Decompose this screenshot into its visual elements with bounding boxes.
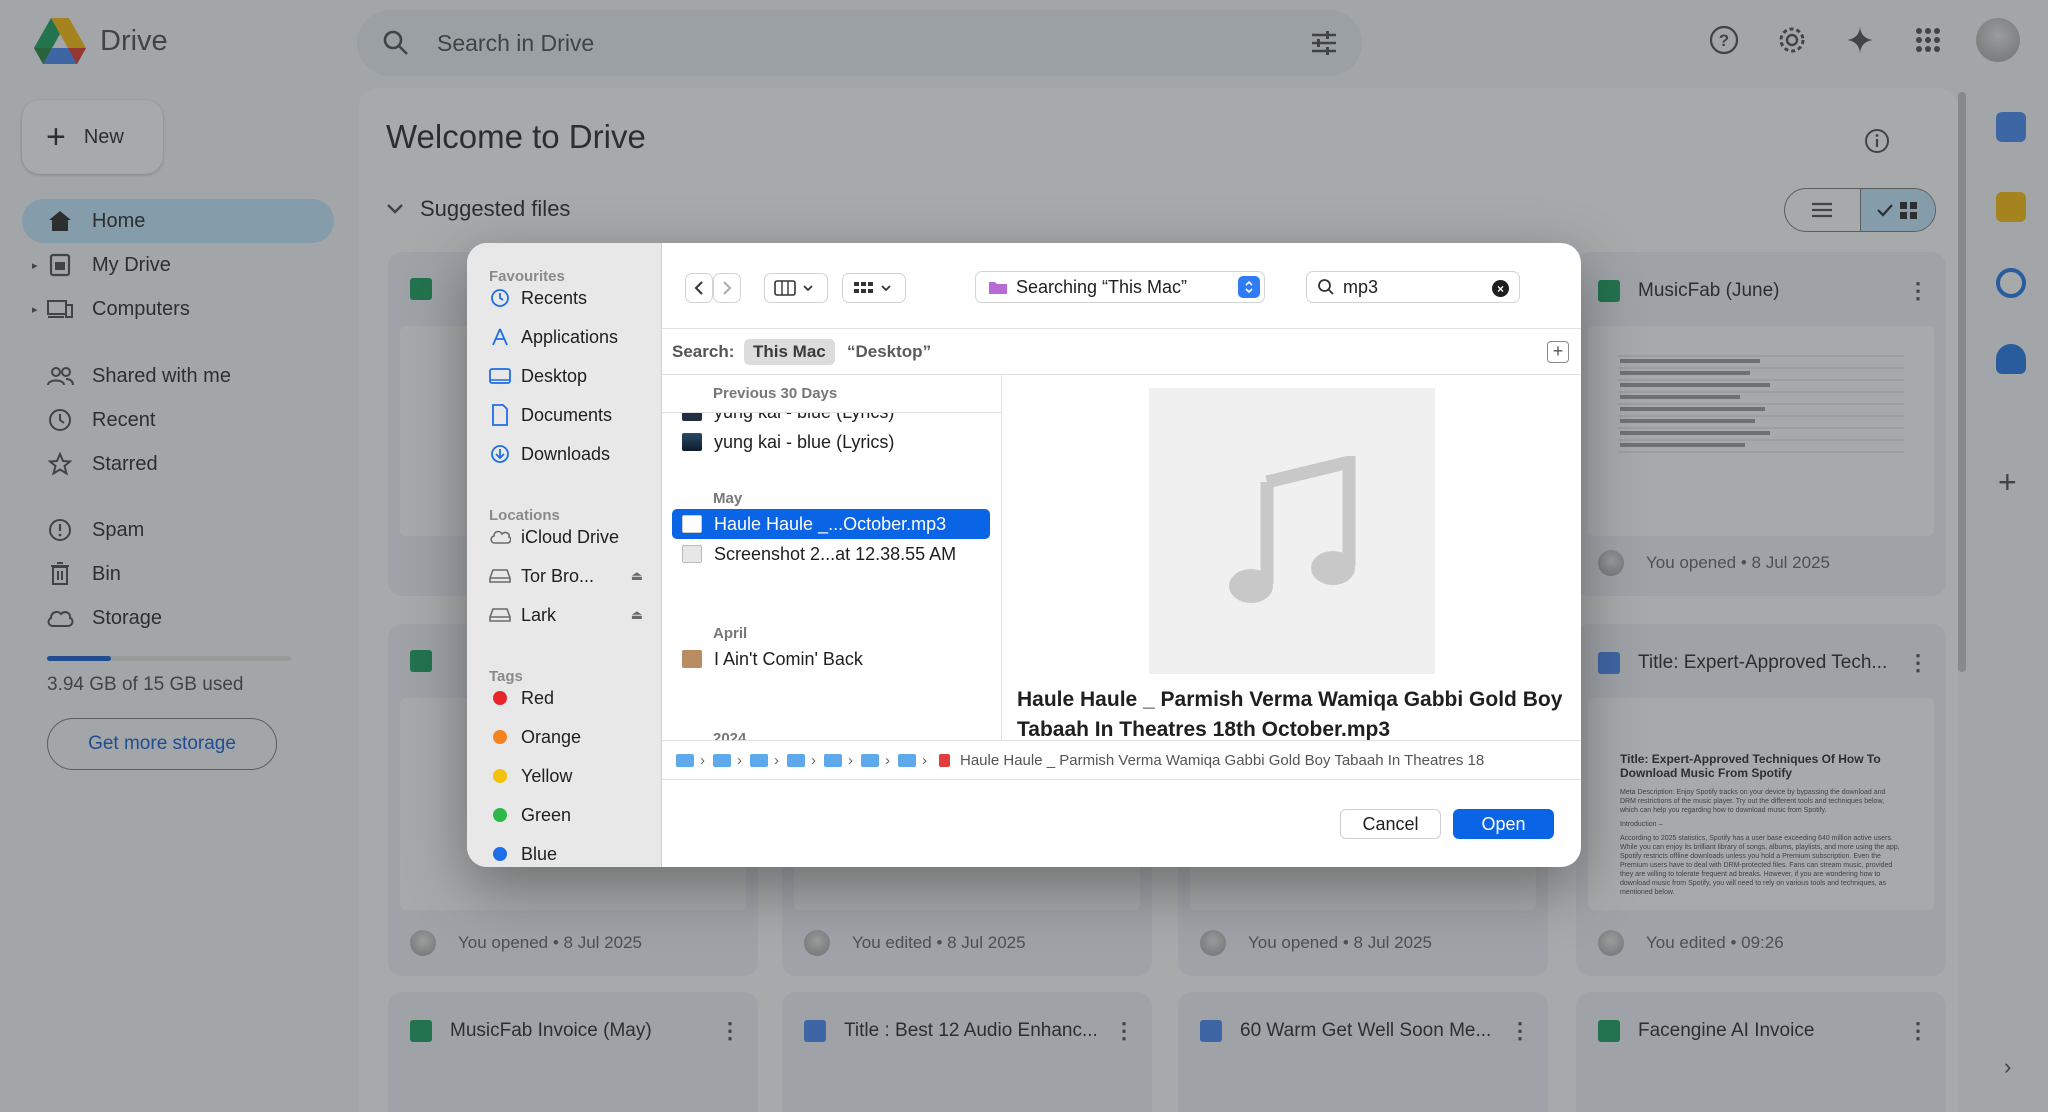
eject-icon[interactable]: ⏏ bbox=[631, 568, 643, 584]
file-open-dialog: Favourites Recents Applications Desktop … bbox=[467, 243, 1581, 867]
mp3-file-icon bbox=[939, 753, 950, 767]
back-button[interactable] bbox=[685, 273, 713, 303]
sidebar-item-applications[interactable]: Applications bbox=[489, 322, 649, 352]
scope-label: Search: bbox=[672, 342, 735, 361]
sidebar-item-documents[interactable]: Documents bbox=[489, 400, 649, 430]
preview-thumbnail bbox=[1149, 388, 1435, 674]
list-item-selected[interactable]: Haule Haule _...October.mp3 bbox=[672, 509, 990, 539]
group-april: April bbox=[713, 625, 748, 642]
file-name: Haule Haule _...October.mp3 bbox=[714, 513, 947, 534]
group-2024: 2024 bbox=[713, 730, 747, 740]
sidebar-item-tor-browser[interactable]: Tor Bro... ⏏ bbox=[489, 561, 649, 591]
sidebar-item-label: Tor Bro... bbox=[521, 565, 595, 586]
list-item[interactable]: I Ain't Comin' Back bbox=[672, 644, 990, 674]
file-name: yung kai - blue (Lyrics) bbox=[714, 431, 895, 452]
drive-volume-icon bbox=[489, 607, 511, 623]
open-button[interactable]: Open bbox=[1453, 809, 1554, 839]
finder-search-field[interactable]: mp3 × bbox=[1306, 271, 1520, 303]
file-name: I Ain't Comin' Back bbox=[714, 648, 863, 669]
tag-label: Red bbox=[521, 687, 555, 708]
tag-orange[interactable]: Orange bbox=[489, 722, 649, 752]
tag-color-dot bbox=[493, 808, 507, 822]
grid-group-icon bbox=[854, 282, 891, 293]
video-thumbnail-icon bbox=[682, 433, 702, 451]
sidebar-item-icloud[interactable]: iCloud Drive bbox=[489, 522, 649, 552]
clear-search-icon[interactable]: × bbox=[1492, 280, 1509, 297]
dialog-toolbar: Searching “This Mac” mp3 × bbox=[662, 243, 1581, 329]
drive-volume-icon bbox=[489, 568, 511, 584]
sidebar-item-desktop[interactable]: Desktop bbox=[489, 361, 649, 391]
search-icon bbox=[1318, 279, 1334, 295]
location-popup[interactable]: Searching “This Mac” bbox=[975, 271, 1265, 303]
group-by-button[interactable] bbox=[842, 273, 906, 303]
chevron-right-icon bbox=[723, 281, 732, 295]
view-mode-button[interactable] bbox=[764, 273, 828, 303]
music-note-icon bbox=[1229, 456, 1356, 603]
sidebar-item-label: Desktop bbox=[521, 365, 588, 386]
tag-green[interactable]: Green bbox=[489, 800, 649, 830]
location-popup-label: Searching “This Mac” bbox=[1016, 276, 1188, 297]
popup-stepper-icon bbox=[1238, 276, 1260, 298]
path-file-name[interactable]: Haule Haule _ Parmish Verma Wamiqa Gabbi… bbox=[960, 752, 1484, 769]
sidebar-item-label: Lark bbox=[521, 604, 557, 625]
scope-desktop[interactable]: “Desktop” bbox=[847, 342, 931, 362]
tag-yellow[interactable]: Yellow bbox=[489, 761, 649, 791]
cloud-icon bbox=[489, 529, 511, 545]
group-header-bar: Previous 30 Days bbox=[662, 375, 1001, 413]
sidebar-item-recents[interactable]: Recents bbox=[489, 283, 649, 313]
applications-icon bbox=[489, 327, 511, 347]
tag-blue[interactable]: Blue bbox=[489, 839, 649, 867]
tag-red[interactable]: Red bbox=[489, 683, 649, 713]
tag-color-dot bbox=[493, 691, 507, 705]
sidebar-item-label: iCloud Drive bbox=[521, 526, 620, 547]
list-item[interactable]: yung kai - blue (Lyrics) bbox=[672, 427, 990, 457]
tag-color-dot bbox=[493, 730, 507, 744]
path-bar: › › › › › › › Haule Haule _ Parmish Verm… bbox=[662, 740, 1581, 780]
preview-file-name: Haule Haule _ Parmish Verma Wamiqa Gabbi… bbox=[1017, 688, 1563, 741]
tag-color-dot bbox=[493, 769, 507, 783]
sidebar-item-downloads[interactable]: Downloads bbox=[489, 439, 649, 469]
search-results-list: Previous 30 Days yung kai - blue (Lyrics… bbox=[662, 375, 1002, 740]
sidebar-item-lark[interactable]: Lark ⏏ bbox=[489, 600, 649, 630]
sidebar-item-label: Recents bbox=[521, 287, 588, 308]
download-icon bbox=[489, 444, 511, 464]
finder-sidebar: Favourites Recents Applications Desktop … bbox=[467, 243, 662, 867]
smart-folder-icon bbox=[989, 282, 1007, 294]
tag-label: Blue bbox=[521, 843, 558, 864]
file-name: Screenshot 2...at 12.38.55 AM bbox=[714, 543, 957, 564]
clock-icon bbox=[489, 288, 511, 308]
tag-color-dot bbox=[493, 847, 507, 861]
list-item[interactable]: Screenshot 2...at 12.38.55 AM bbox=[672, 539, 990, 569]
folder-icon[interactable] bbox=[787, 753, 805, 767]
audio-file-icon bbox=[682, 515, 702, 533]
tag-label: Yellow bbox=[521, 765, 573, 786]
folder-icon[interactable] bbox=[676, 753, 694, 767]
folder-icon[interactable] bbox=[824, 753, 842, 767]
image-file-icon bbox=[682, 545, 702, 563]
chevron-left-icon bbox=[694, 281, 703, 295]
folder-icon[interactable] bbox=[713, 753, 731, 767]
desktop-icon bbox=[489, 367, 511, 385]
file-preview-pane: Haule Haule _ Parmish Verma Wamiqa Gabbi… bbox=[1003, 375, 1581, 741]
tag-label: Orange bbox=[521, 726, 582, 747]
forward-button[interactable] bbox=[713, 273, 741, 303]
sidebar-item-label: Documents bbox=[521, 404, 613, 425]
folder-icon[interactable] bbox=[750, 753, 768, 767]
columns-view-icon bbox=[774, 280, 813, 296]
sidebar-item-label: Applications bbox=[521, 326, 619, 347]
finder-search-value: mp3 bbox=[1343, 276, 1379, 297]
document-icon bbox=[489, 404, 511, 426]
tag-label: Green bbox=[521, 804, 572, 825]
group-previous-30-days: Previous 30 Days bbox=[713, 385, 838, 402]
folder-icon[interactable] bbox=[898, 753, 916, 767]
sidebar-item-label: Downloads bbox=[521, 443, 611, 464]
scope-this-mac[interactable]: This Mac bbox=[744, 339, 835, 365]
eject-icon[interactable]: ⏏ bbox=[631, 607, 643, 623]
folder-icon[interactable] bbox=[861, 753, 879, 767]
group-may: May bbox=[713, 490, 743, 507]
add-criteria-icon[interactable]: + bbox=[1547, 341, 1569, 363]
cancel-button[interactable]: Cancel bbox=[1340, 809, 1441, 839]
search-scope-bar: Search: This Mac “Desktop” + bbox=[662, 329, 1581, 375]
image-thumbnail-icon bbox=[682, 650, 702, 668]
